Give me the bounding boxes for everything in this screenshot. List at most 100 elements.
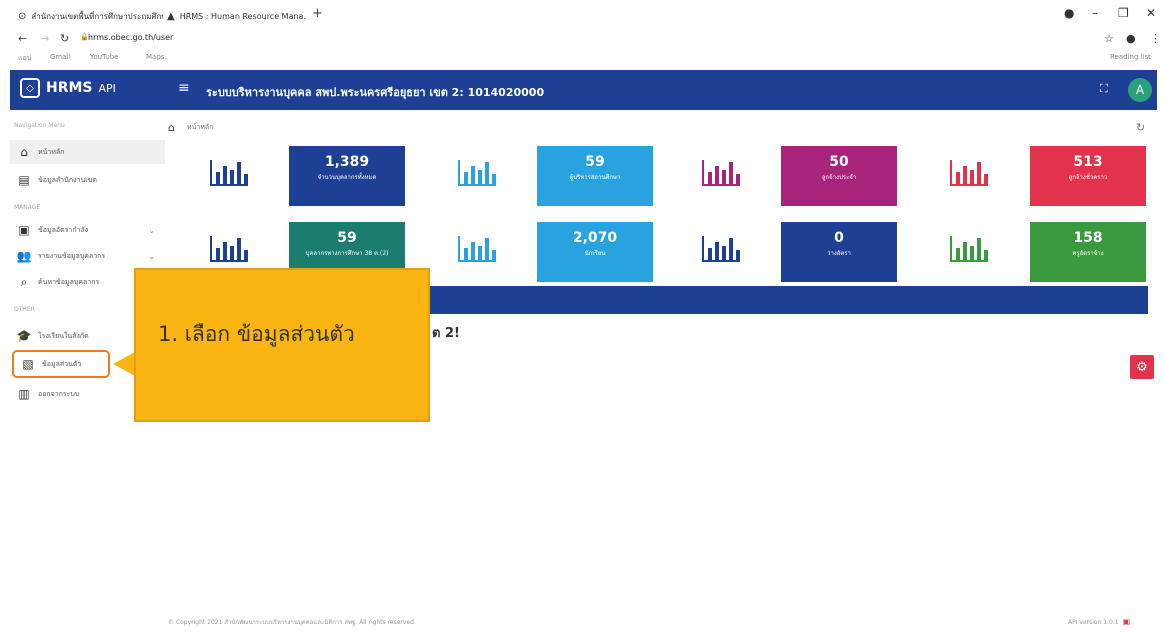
callout-text: 1. เลือก ข้อมูลส่วนตัว [158, 322, 355, 346]
stat-value: 158 [1073, 230, 1103, 246]
sidebar-item-label: ข้อมูลส่วนตัว [42, 359, 82, 368]
footer-version: API version 1.0.1 ▣ [1068, 617, 1130, 626]
stat-value: 1,389 [324, 154, 370, 170]
bar-chart-icon [456, 158, 500, 188]
minimize-icon[interactable]: – [1092, 6, 1098, 20]
stat-card[interactable]: 2,070 นักเรียน [537, 222, 653, 282]
stat-card[interactable]: 50 ลูกจ้างประจำ [781, 146, 897, 206]
fullscreen-icon[interactable]: ⛶ [1100, 82, 1108, 96]
stat-label: ลูกจ้างชั่วคราว [1068, 174, 1108, 181]
sidebar-section-manage: MANAGE [14, 204, 41, 211]
stat-value: 59 [337, 230, 357, 246]
document-icon: ▧ [22, 357, 34, 371]
triangle-icon: ▲ [167, 10, 175, 22]
door-icon: ▥ [18, 387, 30, 401]
graduation-icon: 🎓 [16, 329, 32, 343]
logo-text: HRMS [46, 80, 93, 96]
sidebar-item-personal-info[interactable]: ▧ ข้อมูลส่วนตัว [12, 350, 110, 378]
browser-tab-1[interactable]: ⊙ สำนักงานเขตพื้นที่การศึกษาประถมศึกษา ✕ [18, 6, 163, 26]
home-icon[interactable]: ⌂ [168, 121, 175, 134]
breadcrumb: ⌂ หน้าหลัก [168, 121, 213, 134]
stat-label: จำนวนบุคลากรทั้งหมด [317, 174, 377, 181]
star-icon[interactable]: ☆ [1104, 32, 1114, 45]
pdf-icon[interactable]: ▣ [1123, 617, 1131, 626]
bar-chart-icon [948, 234, 992, 264]
hamburger-menu-icon[interactable]: ≡ [178, 80, 190, 96]
sidebar-item-label: ข้อมูลสำนักงานเขต [38, 175, 97, 184]
stat-card[interactable]: 513 ลูกจ้างชั่วคราว [1030, 146, 1146, 206]
bar-chart-icon [208, 234, 252, 264]
stat-card[interactable]: 0 ว่างอัตรา [781, 222, 897, 282]
reading-list[interactable]: Reading list [1110, 53, 1151, 61]
maximize-icon[interactable]: ❐ [1118, 6, 1129, 20]
more-icon[interactable]: ⋮ [1150, 32, 1161, 45]
app-header: ◇ HRMS API ≡ ระบบบริหารงานบุคคล สพป.พระน… [10, 70, 1157, 110]
back-icon[interactable]: ← [18, 32, 27, 45]
home-icon: ⌂ [20, 145, 28, 159]
url-field[interactable]: hrms.obec.go.th/user [88, 33, 173, 42]
browser-tab-bar: ⊙ สำนักงานเขตพื้นที่การศึกษาประถมศึกษา ✕… [0, 0, 1165, 30]
chevron-down-icon: ⌄ [148, 251, 155, 261]
gear-icon: ⚙ [1136, 359, 1148, 375]
users-icon: 👥 [16, 249, 32, 263]
stat-card[interactable]: 1,389 จำนวนบุคลากรทั้งหมด [289, 146, 405, 206]
bar-chart-icon [700, 234, 744, 264]
bar-chart-icon [456, 234, 500, 264]
breadcrumb-label: หน้าหลัก [186, 123, 214, 131]
browser-tab-2[interactable]: ▲ HRMS : Human Resource Mana... ✕ [167, 6, 307, 26]
globe-icon: ⊙ [18, 10, 27, 22]
bookmark-gmail[interactable]: Gmail [50, 53, 70, 61]
profile-icon[interactable]: ● [1126, 32, 1136, 45]
bar-chart-icon [700, 158, 744, 188]
search-icon: ⌕ [20, 274, 28, 289]
footer-copyright: © Copyright 2021 สำนักพัฒนาระบบบริหารงาน… [168, 619, 416, 626]
refresh-icon[interactable]: ↻ [1136, 121, 1145, 134]
logo-icon: ◇ [20, 78, 40, 98]
id-card-icon: ▣ [18, 223, 30, 237]
sidebar-item-home[interactable]: ⌂ หน้าหลัก [10, 140, 165, 164]
stat-label: ครูอัตราจ้าง [1072, 250, 1104, 257]
settings-button[interactable]: ⚙ [1130, 355, 1154, 379]
stat-label: ลูกจ้างประจำ [821, 174, 857, 181]
stat-value: 59 [585, 154, 605, 170]
bar-chart-icon [208, 158, 252, 188]
sidebar-item-office[interactable]: ▤ ข้อมูลสำนักงานเขต [10, 168, 165, 192]
reload-icon[interactable]: ↻ [60, 32, 69, 45]
stat-value: 2,070 [572, 230, 618, 246]
stat-label: ว่างอัตรา [827, 250, 851, 257]
stat-label: นักเรียน [584, 250, 606, 257]
sidebar-item-label: ข้อมูลอัตรากำลัง [38, 225, 89, 234]
tutorial-callout: 1. เลือก ข้อมูลส่วนตัว [134, 268, 430, 422]
app-title: ระบบบริหารงานบุคคล สพป.พระนครศรีอยุธยา เ… [206, 86, 545, 99]
logo-suffix: API [98, 81, 116, 95]
bookmarks-bar: แอป Gmail YouTube Maps Reading list [0, 50, 1165, 66]
forward-icon[interactable]: → [40, 32, 49, 45]
stat-value: 0 [834, 230, 844, 246]
window-close-icon[interactable]: ✕ [1146, 6, 1156, 20]
sidebar-item-report[interactable]: 👥 รายงานข้อมูลบุคลากร ⌄ [10, 244, 165, 268]
sidebar-item-label: ออกจากระบบ [38, 389, 80, 398]
tab-title: HRMS : Human Resource Mana... [179, 11, 307, 21]
version-text: API version 1.0.1 [1068, 619, 1119, 626]
sidebar-item-label: ค้นหาข้อมูลบุคลากร [38, 277, 100, 286]
stat-card[interactable]: 158 ครูอัตราจ้าง [1030, 222, 1146, 282]
chevron-down-icon: ⌄ [148, 225, 155, 235]
profile-dot-icon[interactable]: ● [1064, 6, 1074, 20]
new-tab-icon[interactable]: + [312, 6, 323, 21]
bar-chart-icon [948, 158, 992, 188]
sidebar-section-other: OTHER [14, 306, 35, 313]
sidebar-item-staffing[interactable]: ▣ ข้อมูลอัตรากำลัง ⌄ [10, 218, 165, 242]
bookmark-apps[interactable]: แอป [18, 53, 31, 64]
sidebar-section-navigation: Navigation Menu [14, 122, 65, 129]
stat-card[interactable]: 59 ผู้บริหารสถานศึกษา [537, 146, 653, 206]
bookmark-maps[interactable]: Maps [146, 53, 164, 61]
sidebar-item-label: รายงานข้อมูลบุคลากร [38, 251, 106, 260]
partial-heading: ต 2! [432, 326, 460, 341]
bookmark-youtube[interactable]: YouTube [90, 53, 118, 61]
app-logo[interactable]: ◇ HRMS API [20, 78, 116, 98]
stat-value: 50 [829, 154, 849, 170]
sidebar-item-label: โรงเรียนในสังกัด [38, 331, 89, 340]
avatar[interactable]: A [1128, 78, 1152, 102]
building-icon: ▤ [18, 173, 30, 187]
address-bar: ← → ↻ 🔒 hrms.obec.go.th/user ☆ ● ⋮ [0, 30, 1165, 50]
